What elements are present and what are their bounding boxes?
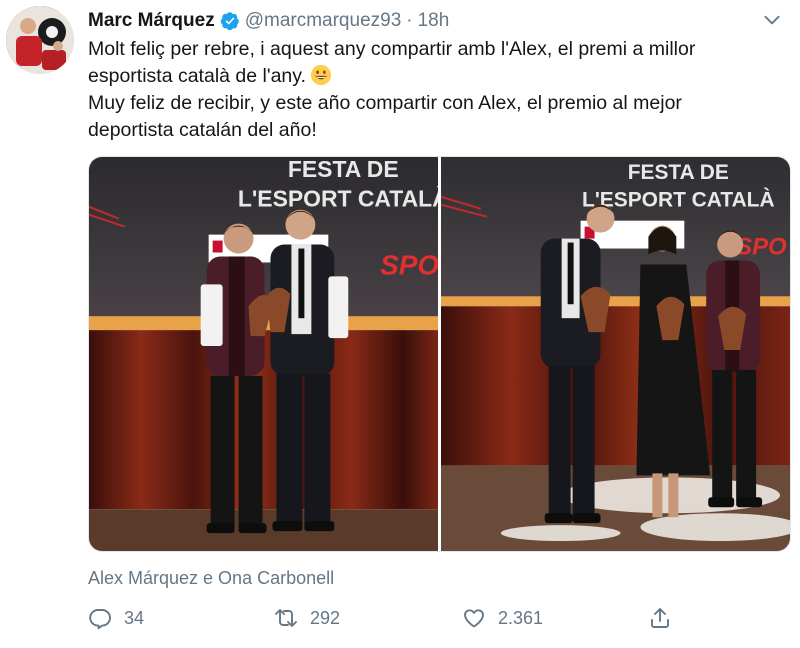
- backdrop-title-line-2: L'ESPORT CATALÀ: [238, 186, 438, 212]
- tweet-photo-2[interactable]: FESTA DE L'ESPORT CATALÀ SPO: [441, 157, 790, 551]
- backdrop-title-line-1: FESTA DE: [288, 157, 399, 182]
- reply-button[interactable]: 34: [88, 606, 144, 630]
- tweet-photo-1[interactable]: FESTA DE L'ESPORT CATALÀ SPO: [89, 157, 438, 551]
- author-handle[interactable]: @marcmarquez93: [245, 10, 402, 32]
- photo-image: FESTA DE L'ESPORT CATALÀ SPO: [89, 157, 438, 551]
- tagged-people[interactable]: Alex Márquez e Ona Carbonell: [88, 568, 334, 589]
- author-avatar[interactable]: [6, 6, 74, 74]
- tweet-text-line: esportista català de l'any.: [88, 63, 778, 90]
- tweet-text-line-content: esportista català de l'any.: [88, 65, 306, 87]
- chevron-down-icon[interactable]: [762, 10, 782, 30]
- share-button[interactable]: [648, 606, 672, 630]
- retweet-icon: [275, 609, 297, 627]
- tweet-text-line: deportista catalán del año!: [88, 119, 317, 141]
- like-button[interactable]: 2.361: [462, 606, 543, 630]
- avatar-image: [6, 6, 74, 74]
- share-icon: [651, 608, 669, 628]
- tweet-text-line: Molt feliç per rebre, i aquest any compa…: [88, 38, 696, 60]
- photo-image: FESTA DE L'ESPORT CATALÀ SPO: [441, 157, 790, 551]
- tweet-timestamp[interactable]: 18h: [418, 10, 450, 32]
- tweet-media: FESTA DE L'ESPORT CATALÀ SPO FESTA DE L'…: [88, 156, 791, 552]
- separator-dot: ·: [406, 10, 413, 31]
- reply-icon: [89, 609, 111, 630]
- author-name[interactable]: Marc Márquez: [88, 10, 215, 32]
- reply-count: 34: [124, 607, 145, 628]
- retweet-button[interactable]: 292: [274, 606, 340, 630]
- backdrop-side-text: SPO: [380, 249, 438, 280]
- retweet-count: 292: [310, 607, 341, 628]
- tweet[interactable]: Marc Márquez @marcmarquez93 · 18h Molt f…: [0, 0, 800, 648]
- tweet-text-line: Muy feliz de recibir, y este año compart…: [88, 92, 682, 114]
- backdrop-side-text: SPO: [736, 234, 787, 261]
- verified-badge-icon: [220, 12, 239, 31]
- tweet-header: Marc Márquez @marcmarquez93 · 18h: [88, 8, 449, 34]
- backdrop-title-line-2: L'ESPORT CATALÀ: [582, 189, 775, 212]
- tweet-text: Molt feliç per rebre, i aquest any compa…: [88, 36, 778, 144]
- like-count: 2.361: [498, 607, 544, 628]
- heart-icon: [464, 609, 484, 628]
- grinning-face-emoji-icon: [310, 64, 332, 86]
- backdrop-title-line-1: FESTA DE: [628, 161, 729, 184]
- tweet-actions: 34 292 2.361: [88, 606, 778, 636]
